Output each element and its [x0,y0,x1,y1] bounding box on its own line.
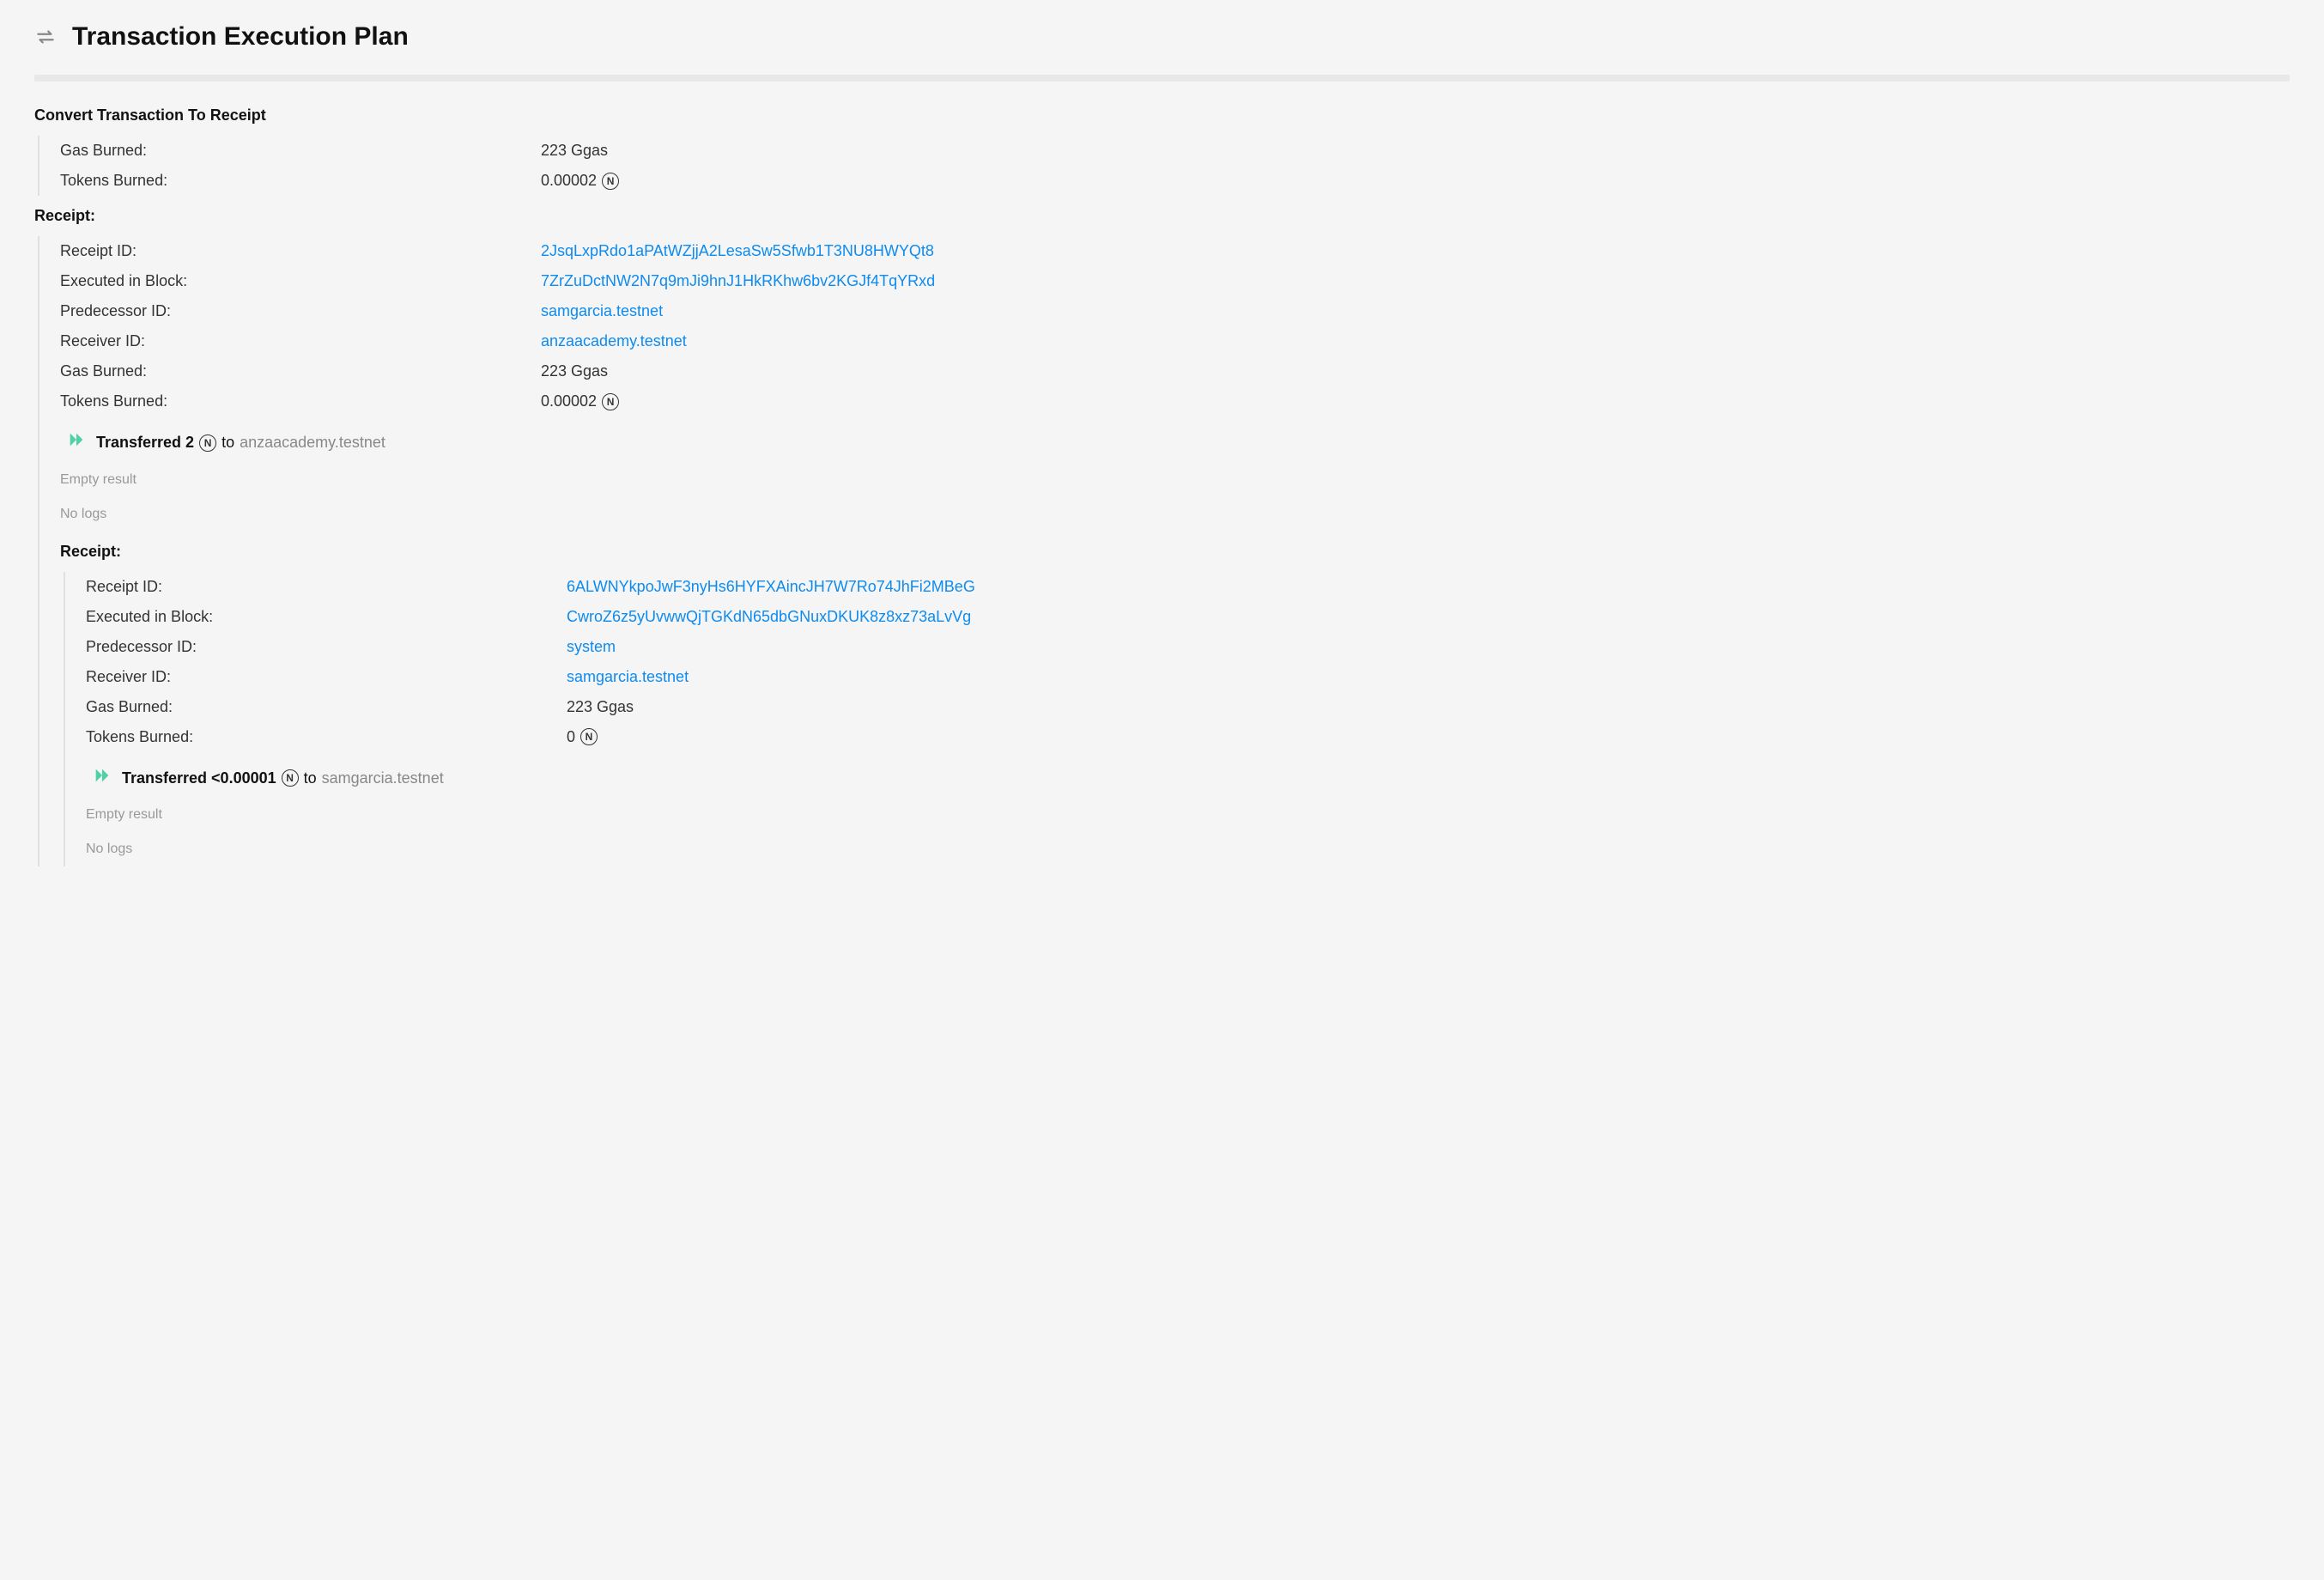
gas-burned-label: Gas Burned: [86,696,567,719]
transfer-text: Transferred 2 N to anzaacademy.testnet [96,431,385,454]
gas-burned-row: Gas Burned: 223 Ggas [86,692,2290,722]
executed-block-link[interactable]: CwroZ6z5yUvwwQjTGKdN65dbGNuxDKUK8z8xz73a… [567,605,971,629]
receipt-id-row: Receipt ID: 2JsqLxpRdo1aPAtWZjjA2LesaSw5… [60,236,2290,266]
near-icon: N [580,728,598,745]
receipt2-heading: Receipt: [60,540,2290,563]
receipt-id-label: Receipt ID: [60,240,541,263]
tokens-burned-value: 0.00002 N [541,169,2290,192]
predecessor-id-label: Predecessor ID: [60,300,541,323]
predecessor-id-row: Predecessor ID: samgarcia.testnet [60,296,2290,326]
receiver-id-row: Receiver ID: anzaacademy.testnet [60,326,2290,356]
predecessor-id-label: Predecessor ID: [86,635,567,659]
transfer-row: Transferred <0.00001 N to samgarcia.test… [86,752,2290,799]
no-logs: No logs [60,497,2290,532]
convert-block: Gas Burned: 223 Ggas Tokens Burned: 0.00… [38,136,2290,196]
transfer-to: to [221,431,234,454]
transfer-recipient: anzaacademy.testnet [240,431,385,454]
gas-burned-value: 223 Ggas [541,360,2290,383]
gas-burned-value: 223 Ggas [567,696,2290,719]
near-icon: N [199,434,216,452]
receiver-id-link[interactable]: samgarcia.testnet [567,665,689,689]
tokens-burned-label: Tokens Burned: [60,390,541,413]
transfer-prefix: Transferred <0.00001 [122,767,276,790]
near-icon: N [602,173,619,190]
tokens-burned-label: Tokens Burned: [86,726,567,749]
transfer-icon [67,430,86,456]
page-title: Transaction Execution Plan [72,17,409,56]
receipt1-heading: Receipt: [34,204,2290,228]
receipt-id-label: Receipt ID: [86,575,567,599]
executed-block-row: Executed in Block: 7ZrZuDctNW2N7q9mJi9hn… [60,266,2290,296]
predecessor-id-link[interactable]: samgarcia.testnet [541,300,663,323]
receiver-id-link[interactable]: anzaacademy.testnet [541,330,687,353]
receipt-id-link[interactable]: 2JsqLxpRdo1aPAtWZjjA2LesaSw5Sfwb1T3NU8HW… [541,240,934,263]
receipt-id-link[interactable]: 6ALWNYkpoJwF3nyHs6HYFXAincJH7W7Ro74JhFi2… [567,575,975,599]
transfer-to: to [304,767,317,790]
tokens-burned-value: 0.00002 N [541,390,2290,413]
tokens-burned-label: Tokens Burned: [60,169,541,192]
empty-result: Empty result [86,798,2290,832]
page-header: Transaction Execution Plan [34,17,2290,56]
transfer-prefix: Transferred 2 [96,431,194,454]
executed-block-link[interactable]: 7ZrZuDctNW2N7q9mJi9hnJ1HkRKhw6bv2KGJf4Tq… [541,270,935,293]
convert-heading: Convert Transaction To Receipt [34,104,2290,127]
transfer-recipient: samgarcia.testnet [322,767,444,790]
executed-block-row: Executed in Block: CwroZ6z5yUvwwQjTGKdN6… [86,602,2290,632]
tokens-burned-row: Tokens Burned: 0.00002 N [60,166,2290,196]
predecessor-id-link[interactable]: system [567,635,616,659]
receiver-id-label: Receiver ID: [60,330,541,353]
transfer-row: Transferred 2 N to anzaacademy.testnet [60,416,2290,463]
receipt2-block: Receipt ID: 6ALWNYkpoJwF3nyHs6HYFXAincJH… [64,572,2290,867]
gas-burned-row: Gas Burned: 223 Ggas [60,136,2290,166]
tokens-burned-row: Tokens Burned: 0 N [86,722,2290,752]
no-logs: No logs [86,832,2290,866]
tokens-burned-amount: 0.00002 [541,169,597,192]
receipt1-block: Receipt ID: 2JsqLxpRdo1aPAtWZjjA2LesaSw5… [38,236,2290,866]
gas-burned-row: Gas Burned: 223 Ggas [60,356,2290,386]
receiver-id-label: Receiver ID: [86,665,567,689]
tokens-burned-row: Tokens Burned: 0.00002 N [60,386,2290,416]
executed-block-label: Executed in Block: [60,270,541,293]
gas-burned-value: 223 Ggas [541,139,2290,162]
near-icon: N [602,393,619,410]
near-icon: N [282,769,299,787]
tokens-burned-value: 0 N [567,726,2290,749]
section-divider [34,75,2290,82]
gas-burned-label: Gas Burned: [60,139,541,162]
tokens-burned-amount: 0 [567,726,575,749]
receipt-id-row: Receipt ID: 6ALWNYkpoJwF3nyHs6HYFXAincJH… [86,572,2290,602]
transfer-icon [93,766,112,792]
tokens-burned-amount: 0.00002 [541,390,597,413]
empty-result: Empty result [60,463,2290,497]
swap-icon [34,26,57,48]
receiver-id-row: Receiver ID: samgarcia.testnet [86,662,2290,692]
executed-block-label: Executed in Block: [86,605,567,629]
transfer-text: Transferred <0.00001 N to samgarcia.test… [122,767,444,790]
predecessor-id-row: Predecessor ID: system [86,632,2290,662]
gas-burned-label: Gas Burned: [60,360,541,383]
